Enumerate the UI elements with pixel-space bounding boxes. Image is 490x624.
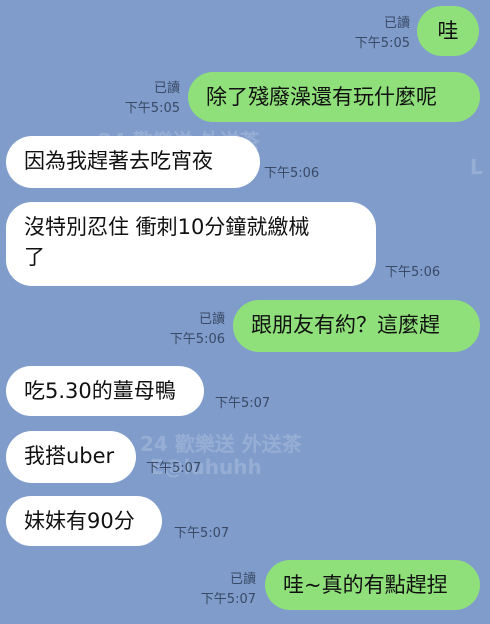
outgoing-message-bubble[interactable]: 哇: [417, 6, 479, 56]
timestamp: 下午5:07: [215, 396, 271, 411]
incoming-message-bubble[interactable]: 妹妹有90分: [6, 496, 162, 546]
message-text-line2: 了: [24, 245, 45, 269]
timestamp: 下午5:06: [264, 166, 320, 181]
incoming-message-bubble[interactable]: 沒特別忍住 衝刺10分鐘就繳械 了: [6, 202, 376, 286]
message-text: 跟朋友有約？這麼趕: [251, 313, 440, 337]
timestamp: 下午5:05: [354, 36, 410, 51]
message-text: 哇~真的有點趕捏: [283, 573, 448, 597]
message-text: 哇: [437, 19, 459, 43]
watermark-3: 24 歡樂送 外送茶: [140, 432, 302, 456]
timestamp: 下午5:07: [200, 592, 256, 607]
timestamp: 下午5:07: [174, 526, 230, 541]
incoming-message-bubble[interactable]: 因為我趕著去吃宵夜: [6, 136, 260, 188]
read-receipt: 已讀: [383, 16, 410, 31]
message-text: 除了殘廢澡還有玩什麼呢: [206, 85, 437, 109]
timestamp: 下午5:06: [385, 265, 441, 280]
read-receipt: 已讀: [153, 81, 180, 96]
message-text: 因為我趕著去吃宵夜: [24, 149, 213, 173]
incoming-message-bubble[interactable]: 我搭uber: [6, 431, 136, 483]
timestamp: 下午5:06: [169, 332, 225, 347]
message-text: 我搭uber: [24, 444, 115, 468]
message-text: 沒特別忍住 衝刺10分鐘就繳械: [24, 215, 310, 239]
read-receipt: 已讀: [198, 312, 225, 327]
message-text: 妹妹有90分: [24, 509, 135, 533]
outgoing-message-bubble[interactable]: 哇~真的有點趕捏: [265, 560, 480, 610]
watermark-2: L: [470, 155, 483, 179]
outgoing-message-bubble[interactable]: 除了殘廢澡還有玩什麼呢: [188, 72, 480, 122]
message-text: 吃5.30的薑母鴨: [24, 379, 176, 403]
outgoing-message-bubble[interactable]: 跟朋友有約？這麼趕: [233, 300, 480, 352]
read-receipt: 已讀: [229, 572, 256, 587]
timestamp: 下午5:05: [124, 101, 180, 116]
incoming-message-bubble[interactable]: 吃5.30的薑母鴨: [6, 366, 204, 416]
timestamp: 下午5:07: [146, 461, 202, 476]
